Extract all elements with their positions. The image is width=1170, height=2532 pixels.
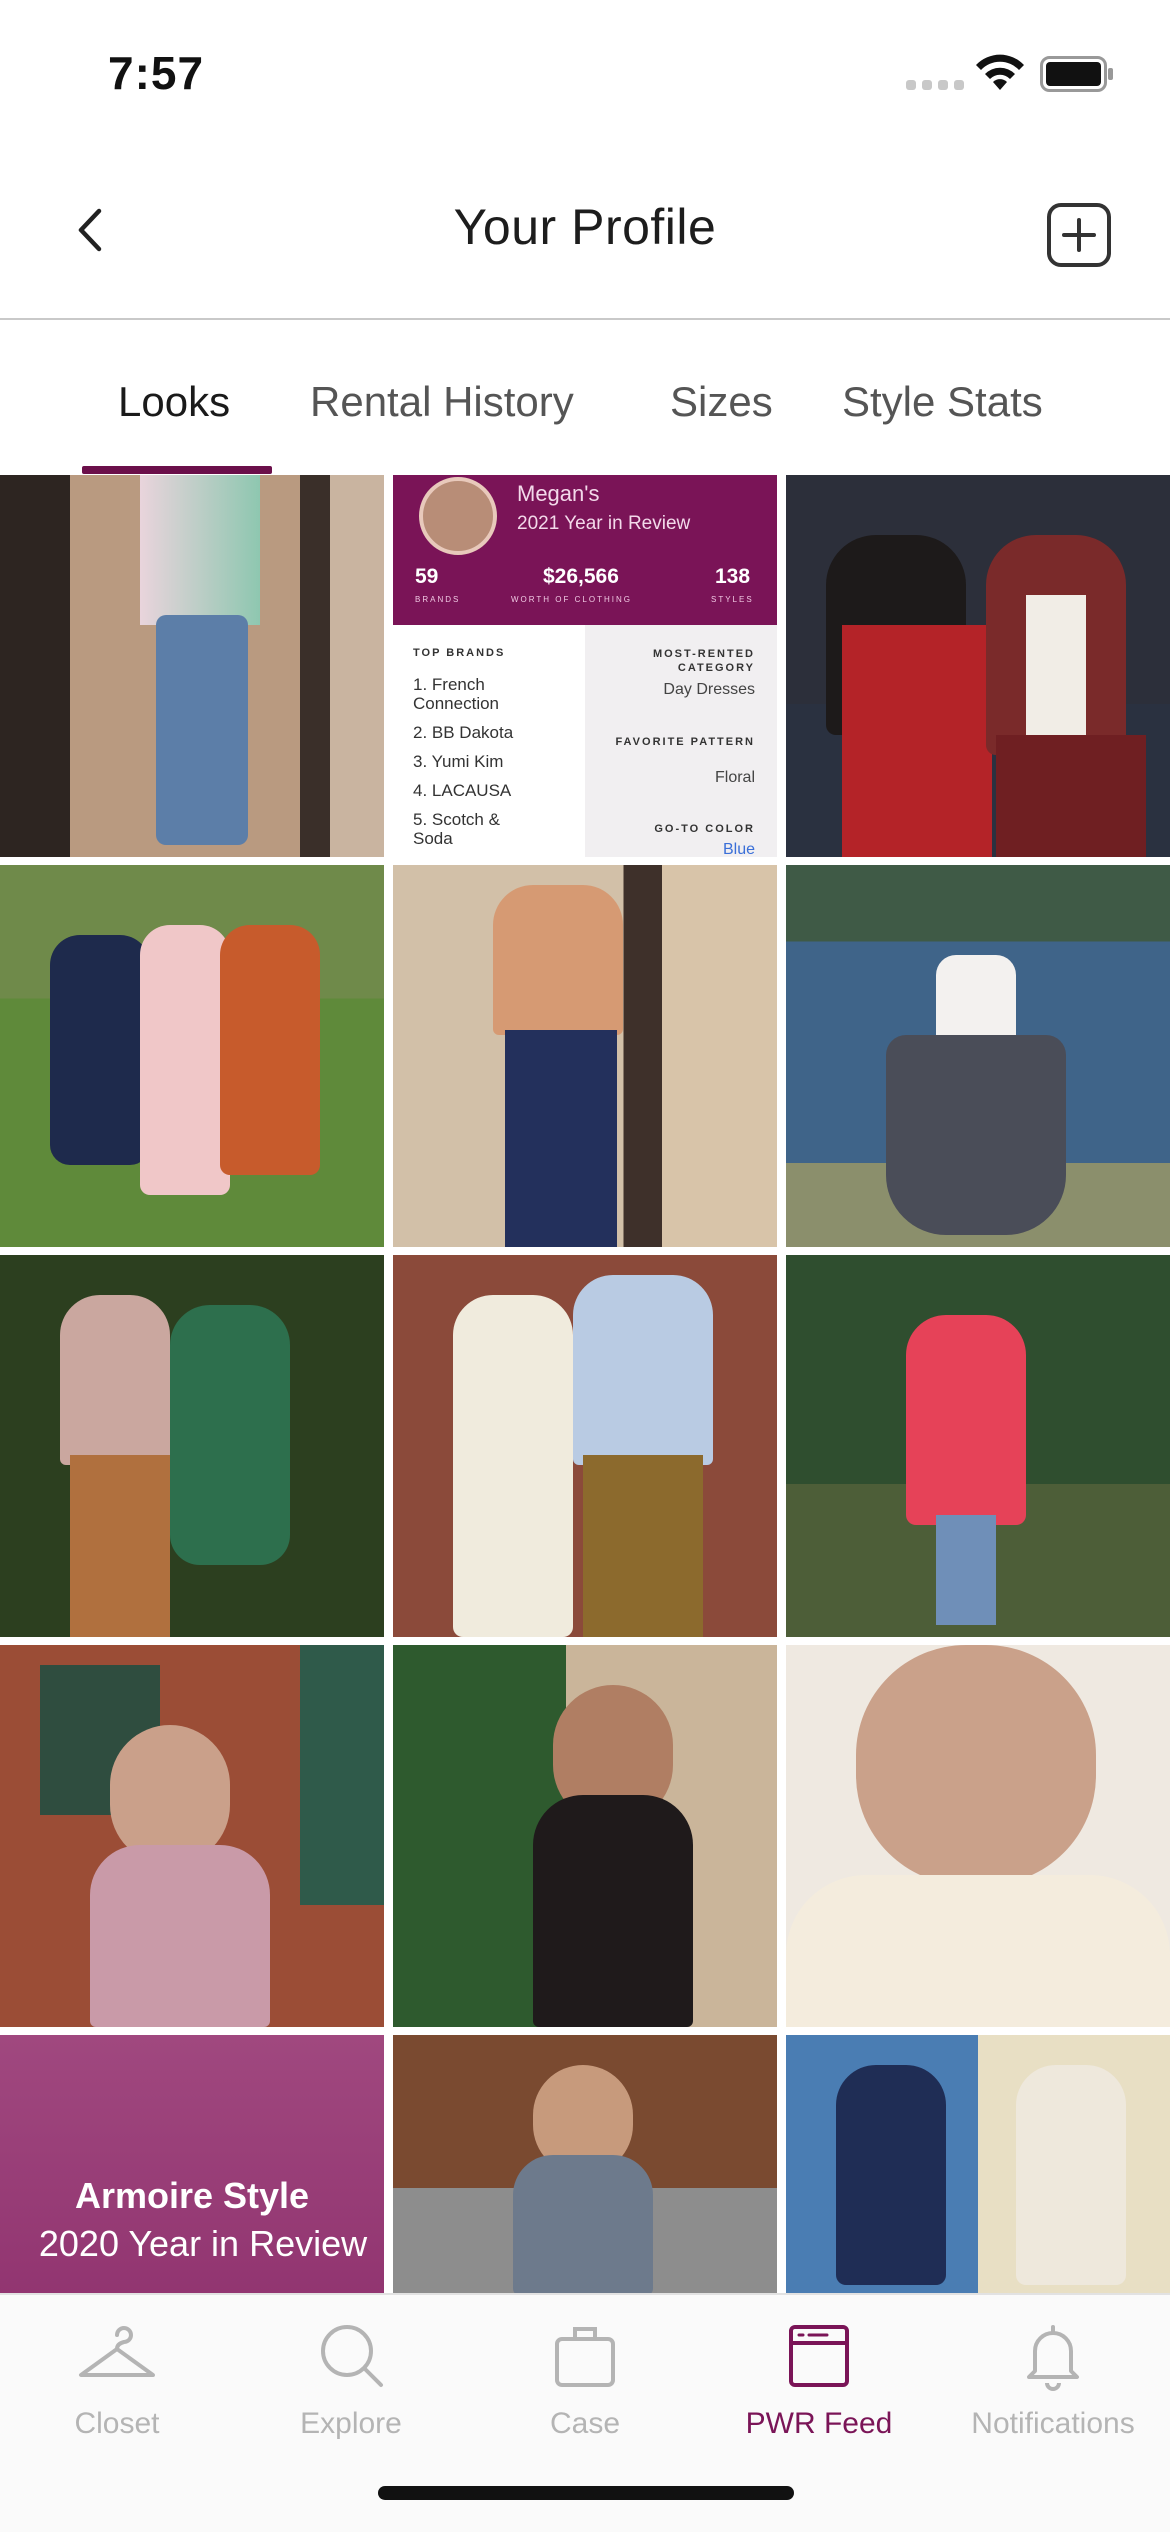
add-post-button[interactable] bbox=[1046, 202, 1112, 268]
armoire-card-title: Armoire Style bbox=[74, 2175, 310, 2216]
look-photo-couple-brick[interactable] bbox=[393, 1255, 777, 1637]
status-bar: 7:57 bbox=[0, 0, 1170, 150]
tab-explore[interactable]: Explore bbox=[234, 2313, 468, 2463]
navigation-header: Your Profile bbox=[0, 150, 1170, 320]
yir-stat-label: WORTH OF CLOTHING bbox=[511, 595, 632, 604]
look-photo-couple-hedge[interactable] bbox=[0, 1255, 384, 1637]
most-rented-heading: MOST-RENTED CATEGORY bbox=[652, 648, 755, 674]
yir-subtitle: 2021 Year in Review bbox=[517, 513, 691, 534]
tab-sizes[interactable]: Sizes bbox=[670, 378, 773, 426]
go-to-color-heading: GO-TO COLOR bbox=[654, 823, 755, 835]
active-tab-indicator bbox=[82, 466, 272, 474]
tab-pwr-feed[interactable]: PWR Feed bbox=[702, 2313, 936, 2463]
search-icon bbox=[321, 2325, 383, 2387]
tab-notifications[interactable]: Notifications bbox=[936, 2313, 1170, 2463]
list-item: 3. Yumi Kim bbox=[413, 752, 504, 771]
home-indicator[interactable] bbox=[378, 2486, 794, 2500]
yir-stat-value: $26,566 bbox=[543, 565, 619, 588]
case-icon bbox=[555, 2327, 615, 2387]
tab-label: Closet bbox=[74, 2407, 160, 2440]
tab-style-stats[interactable]: Style Stats bbox=[842, 378, 1043, 426]
armoire-card-subtitle: 2020 Year in Review bbox=[38, 2223, 368, 2264]
bell-icon bbox=[1027, 2325, 1079, 2391]
feed-icon bbox=[789, 2325, 849, 2387]
look-photo-fence[interactable] bbox=[393, 2035, 777, 2293]
look-photo-red-jacket[interactable] bbox=[786, 1255, 1170, 1637]
hanger-icon bbox=[79, 2326, 155, 2377]
look-photo-mirror-selfie[interactable] bbox=[0, 475, 384, 857]
favorite-pattern-heading: FAVORITE PATTERN bbox=[615, 736, 755, 748]
battery-icon bbox=[1040, 56, 1113, 92]
wifi-icon bbox=[976, 54, 1024, 90]
look-photo-selfie[interactable] bbox=[786, 1645, 1170, 2027]
looks-grid: Megan's 2021 Year in Review 59 BRANDS $2… bbox=[0, 475, 1170, 2293]
look-photo-collage[interactable] bbox=[786, 2035, 1170, 2293]
armoire-year-in-review-card[interactable]: Armoire Style 2020 Year in Review bbox=[0, 2035, 384, 2293]
most-rented-value: Day Dresses bbox=[663, 681, 755, 698]
list-item: 4. LACAUSA bbox=[413, 781, 512, 800]
favorite-pattern-value: Floral bbox=[714, 769, 755, 786]
tab-label: Case bbox=[549, 2407, 621, 2440]
tab-label: PWR Feed bbox=[745, 2407, 893, 2440]
yir-name: Megan's bbox=[517, 481, 600, 506]
page-title: Your Profile bbox=[453, 199, 717, 255]
avatar bbox=[419, 477, 497, 555]
status-time: 7:57 bbox=[108, 47, 205, 99]
tab-case[interactable]: Case bbox=[468, 2313, 702, 2463]
yir-stat-label: STYLES bbox=[711, 595, 754, 604]
list-item: 2. BB Dakota bbox=[413, 723, 514, 742]
cellular-signal-icon bbox=[906, 80, 964, 90]
look-photo-mirror-top[interactable] bbox=[393, 865, 777, 1247]
list-item: 1. French Connection bbox=[413, 675, 500, 713]
yir-stat-label: BRANDS bbox=[415, 595, 461, 604]
tab-label: Notifications bbox=[971, 2407, 1135, 2440]
list-item: 5. Scotch & Soda bbox=[413, 810, 500, 848]
look-photo-three-friends[interactable] bbox=[0, 865, 384, 1247]
tab-closet[interactable]: Closet bbox=[0, 2313, 234, 2463]
look-photo-couch[interactable] bbox=[786, 475, 1170, 857]
tab-rental-history[interactable]: Rental History bbox=[310, 378, 574, 426]
top-brands-heading: TOP BRANDS bbox=[413, 647, 506, 659]
yir-stat-value: 59 bbox=[415, 565, 439, 588]
yir-stat-value: 138 bbox=[715, 565, 751, 588]
tab-looks[interactable]: Looks bbox=[118, 378, 230, 426]
look-photo-lake[interactable] bbox=[786, 865, 1170, 1247]
look-photo-christmas-tree[interactable] bbox=[393, 1645, 777, 2027]
look-photo-pink-cardigan[interactable] bbox=[0, 1645, 384, 2027]
profile-tabs: Looks Rental History Sizes Style Stats bbox=[0, 322, 1170, 474]
go-to-color-value: Blue bbox=[722, 841, 755, 857]
year-in-review-card[interactable]: Megan's 2021 Year in Review 59 BRANDS $2… bbox=[393, 475, 777, 857]
tab-label: Explore bbox=[300, 2407, 402, 2440]
